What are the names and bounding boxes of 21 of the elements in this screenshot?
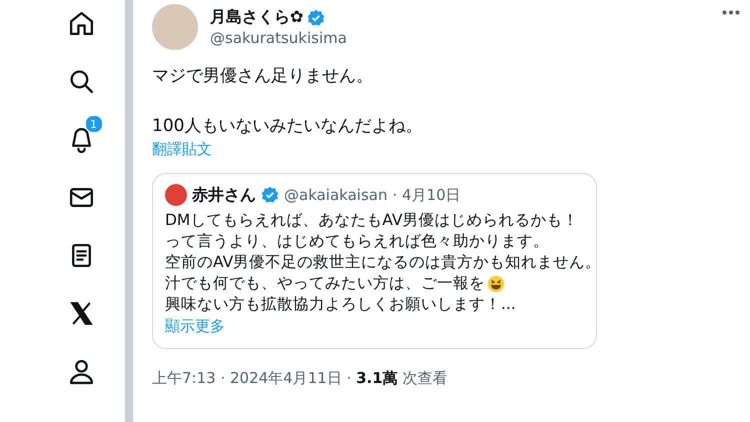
more-icon [722, 10, 740, 15]
x-logo-icon [68, 300, 95, 326]
quote-text-line: 興味ない方も拡散協力よろしくお願いします！... [165, 294, 516, 315]
quote-text-line: って言うより、はじめてもらえれば色々助かります。 [165, 231, 549, 252]
quote-avatar[interactable] [165, 184, 187, 206]
quote-card[interactable]: 赤井さん @akaiakaisan · 4月10日 DMしてもらえれば、あなたもAV男優はじめられるかも！ って言うより、はじめてもらえれば色々助かります。 空前のAV男優不足の救世主になるのは貴方かも知れません。 汁でも何でも、やってみたい方は、ご一報を 興味ない方も拡散協力よろしくお願いします！... 顯示更多 [152, 173, 597, 349]
search-icon [68, 68, 95, 94]
home-icon [68, 10, 95, 36]
tweet-text: 100人もいないみたいなんだよね。 [152, 115, 424, 138]
quote-date: · 4月10日 [392, 186, 461, 204]
tweet-text: マジで男優さん足りません。 [152, 65, 374, 88]
author-name[interactable]: 月島さくら✿ [210, 7, 304, 28]
notification-badge: 1 [84, 115, 102, 133]
author-handle[interactable]: @sakuratsukisima [210, 29, 347, 47]
quote-author-name: 赤井さん [192, 184, 256, 206]
quote-text-line: 汁でも何でも、やってみたい方は、ご一報を [165, 273, 485, 294]
tweet-meta: 上午7:13 · 2024年4月11日 · 3.1萬 次查看 [152, 369, 448, 388]
quote-author-handle: @akaiakaisan [284, 186, 388, 204]
more-button[interactable] [720, 8, 742, 17]
person-icon [68, 358, 95, 384]
quote-text-line: DMしてもらえれば、あなたもAV男優はじめられるかも！ [165, 210, 579, 231]
